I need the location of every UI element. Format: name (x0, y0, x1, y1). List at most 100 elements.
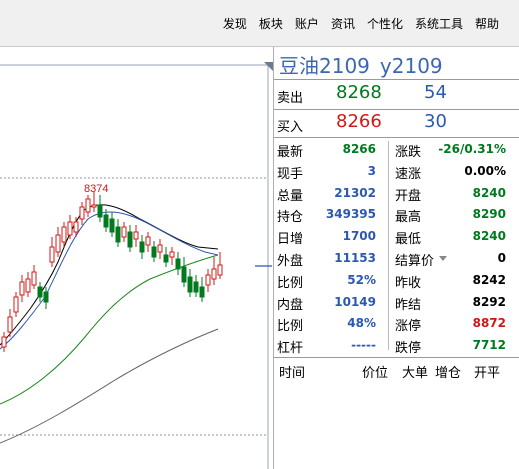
candle-body (31, 271, 37, 286)
menu-item-discover[interactable]: 发现 (217, 15, 253, 32)
menu-item-help[interactable]: 帮助 (469, 15, 505, 32)
stat-value-limit-up: 8872 (472, 316, 506, 331)
stat-value-settle: 0 (497, 251, 506, 265)
candle-body (211, 268, 217, 280)
ask-label: 卖出 (277, 91, 304, 106)
stat-label-inner-volume: 内盘 (277, 297, 304, 313)
candle-body (127, 231, 133, 248)
candle-body (67, 221, 73, 236)
stat-value-open: 8240 (472, 185, 506, 200)
stat-value-volume-now: 3 (367, 163, 376, 178)
tick-header-price: 价位 (362, 366, 389, 381)
candle-body (19, 281, 25, 296)
stat-value-low: 8240 (472, 229, 506, 244)
candle-body (145, 236, 151, 246)
contract-title: 豆油2109 y2109 (279, 50, 453, 79)
stat-label-prev-close: 昨收 (395, 275, 422, 291)
kline-chart-svg: 8374 (0, 64, 272, 469)
candle-body (13, 296, 19, 313)
stat-value-leverage: ----- (351, 338, 376, 353)
menu-item-news[interactable]: 资讯 (325, 15, 361, 32)
high-price-label: 8374 (84, 183, 108, 195)
stat-value-daily-change: 1700 (342, 229, 376, 244)
stat-label-limit-up: 涨停 (395, 319, 422, 335)
ask-row[interactable]: 卖出 8268 54 (274, 81, 519, 107)
candle-body (25, 278, 31, 293)
stat-value-limit-down: 7712 (472, 338, 506, 353)
candle-body (97, 204, 103, 218)
candle-body (103, 214, 109, 228)
stat-label-prev-settle: 昨结 (395, 297, 422, 313)
stat-row-total-volume: 总量 21302 开盘 8240 (274, 182, 519, 204)
candle-body (205, 274, 211, 286)
settle-dropdown-icon[interactable] (439, 256, 447, 261)
candle-body (49, 246, 55, 263)
candle-body (73, 221, 79, 233)
divider (274, 357, 519, 358)
stat-label-leverage: 杠杆 (277, 341, 304, 357)
tick-header-oi-change: 增仓 (435, 366, 462, 381)
tick-header-big-order: 大单 (402, 366, 429, 381)
kline-chart[interactable]: 8374 (0, 47, 272, 469)
menu-item-system-tools[interactable]: 系统工具 (409, 15, 469, 32)
stat-label-limit-down: 跌停 (395, 341, 422, 357)
stat-label-outer-volume: 外盘 (277, 254, 304, 269)
candle-body (133, 231, 139, 240)
stat-row-inner-volume: 内盘 10149 昨结 8292 (274, 291, 519, 313)
bid-volume: 30 (424, 111, 447, 132)
stat-label-outer-ratio: 比例 (277, 275, 304, 291)
contract-name: 豆油2109 (279, 54, 370, 78)
candle-body (1, 336, 7, 348)
ask-volume: 54 (424, 82, 447, 103)
tick-list-header: 时间 价位 大单 增仓 开平 (274, 359, 519, 381)
contract-code: y2109 (379, 54, 443, 78)
stat-label-high: 最高 (395, 210, 422, 226)
stat-row-daily-change: 日增 1700 最低 8240 (274, 225, 519, 247)
candle-body (181, 266, 187, 283)
stat-label-low: 最低 (395, 232, 422, 248)
menu-bar: 发现 板块 账户 资讯 个性化 系统工具 帮助 (0, 0, 519, 47)
stat-value-outer-ratio: 52% (347, 272, 376, 287)
menu-item-personalize[interactable]: 个性化 (361, 15, 409, 32)
candle-body (169, 251, 175, 258)
stat-row-latest: 最新 8266 涨跌 -26/0.31% (274, 138, 519, 160)
tick-header-open-close: 开平 (474, 366, 501, 381)
candle-body (199, 286, 205, 298)
stat-value-prev-settle: 8292 (472, 294, 506, 309)
candle-body (187, 276, 193, 293)
stat-label-open: 开盘 (395, 188, 422, 204)
bid-price: 8266 (336, 111, 382, 132)
candle-body (157, 244, 163, 253)
stat-value-prev-close: 8242 (472, 272, 506, 287)
candle-body (115, 226, 121, 243)
bid-label: 买入 (277, 120, 304, 135)
stat-value-outer-volume: 11153 (334, 251, 376, 265)
candle-body (175, 258, 181, 270)
candle-body (55, 234, 61, 253)
stat-value-high: 8290 (472, 207, 506, 222)
panel-collapse-triangle-icon[interactable] (264, 62, 273, 71)
stat-row-outer-volume: 外盘 11153 结算价 0 (274, 247, 519, 269)
tick-header-time: 时间 (279, 366, 306, 381)
candle-body (43, 291, 49, 303)
stat-value-inner-volume: 10149 (334, 294, 376, 309)
candle-body (37, 286, 43, 298)
menu-item-account[interactable]: 账户 (289, 15, 325, 32)
menu-item-sectors[interactable]: 板块 (253, 15, 289, 32)
stat-row-volume-now: 现手 3 速涨 0.00% (274, 160, 519, 182)
candle-body (193, 281, 199, 293)
stat-value-total-volume: 21302 (334, 185, 376, 200)
quote-panel: 豆油2109 y2109 卖出 8268 54 买入 8266 30 最新 8266… (273, 47, 519, 469)
stat-label-volume-now: 现手 (277, 166, 304, 182)
stat-row-open-interest: 持仓 349395 最高 8290 (274, 203, 519, 225)
candle-body (163, 254, 169, 263)
stat-row-outer-ratio: 比例 52% 昨收 8242 (274, 269, 519, 291)
stat-label-inner-ratio: 比例 (277, 319, 304, 335)
candle-body (121, 226, 127, 238)
candle-body (61, 226, 67, 243)
stat-label-latest: 最新 (277, 145, 304, 160)
candle-body (151, 246, 157, 258)
bid-row[interactable]: 买入 8266 30 (274, 110, 519, 136)
stat-row-inner-ratio: 比例 48% 涨停 8872 (274, 312, 519, 334)
stat-value-change: -26/0.31% (438, 142, 506, 156)
